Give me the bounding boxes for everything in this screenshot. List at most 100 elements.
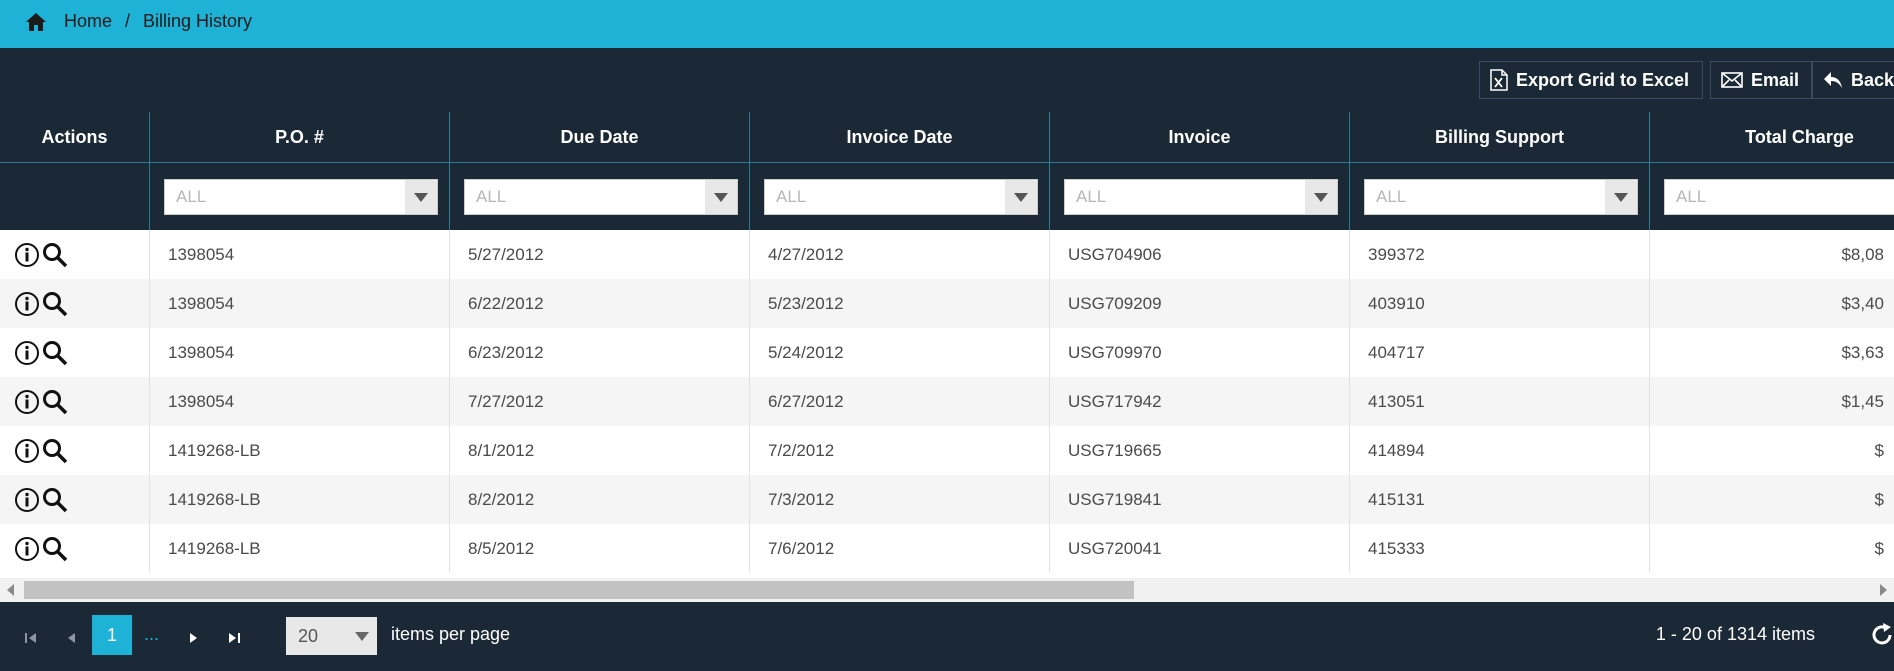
breadcrumb-separator: / <box>125 11 131 31</box>
invoice-date-cell: 7/6/2012 <box>750 524 1050 573</box>
prev-page-icon[interactable] <box>54 620 90 656</box>
search-icon[interactable] <box>42 242 68 268</box>
email-button[interactable]: Email <box>1710 61 1812 99</box>
search-icon[interactable] <box>42 536 68 562</box>
next-page-icon[interactable] <box>175 620 211 656</box>
info-icon[interactable] <box>14 242 40 268</box>
scrollbar-thumb[interactable] <box>24 581 1134 599</box>
invoice-cell: USG709970 <box>1050 328 1350 377</box>
total-charge-cell: $ <box>1874 538 1884 558</box>
chevron-down-icon[interactable] <box>1605 180 1637 214</box>
invoice-date-cell: 5/23/2012 <box>750 279 1050 328</box>
column-header-total-charge[interactable]: Total Charge <box>1650 112 1894 163</box>
invoice-cell: USG719841 <box>1050 475 1350 524</box>
page-size-value: 20 <box>298 625 319 646</box>
filter-cell-due-date: ALL <box>450 163 750 230</box>
back-button[interactable]: Back <box>1812 61 1894 99</box>
table-row[interactable]: 1398054 5/27/2012 4/27/2012 USG704906 39… <box>0 230 1894 279</box>
po-filter-value: ALL <box>176 187 207 206</box>
scroll-right-icon[interactable] <box>1880 584 1887 596</box>
table-row[interactable]: 1398054 6/23/2012 5/24/2012 USG709970 40… <box>0 328 1894 377</box>
info-icon[interactable] <box>14 291 40 317</box>
po-cell: 1398054 <box>150 279 450 328</box>
chevron-down-icon[interactable] <box>1305 180 1337 214</box>
filter-cell-invoice-date: ALL <box>750 163 1050 230</box>
info-icon[interactable] <box>14 536 40 562</box>
more-pages-link[interactable]: ... <box>144 624 159 645</box>
due-date-cell: 8/1/2012 <box>450 426 750 475</box>
info-icon[interactable] <box>14 389 40 415</box>
export-excel-button[interactable]: Export Grid to Excel <box>1479 61 1703 99</box>
row-actions <box>0 426 150 475</box>
current-page-button[interactable]: 1 <box>92 615 132 655</box>
total-charge-cell: $1,45 <box>1841 391 1884 411</box>
billing-support-cell: 399372 <box>1350 230 1650 279</box>
chevron-down-icon[interactable] <box>705 180 737 214</box>
column-header-actions: Actions <box>0 112 150 163</box>
info-icon[interactable] <box>14 340 40 366</box>
column-header-billing-support[interactable]: Billing Support <box>1350 112 1650 163</box>
invoice-date-cell: 7/3/2012 <box>750 475 1050 524</box>
search-icon[interactable] <box>42 340 68 366</box>
total-charge-filter[interactable]: ALL <box>1664 179 1894 215</box>
search-icon[interactable] <box>42 389 68 415</box>
table-row[interactable]: 1419268-LB 8/5/2012 7/6/2012 USG720041 4… <box>0 524 1894 573</box>
table-row[interactable]: 1419268-LB 8/2/2012 7/3/2012 USG719841 4… <box>0 475 1894 524</box>
invoice-filter[interactable]: ALL <box>1064 179 1338 215</box>
column-header-invoice-date[interactable]: Invoice Date <box>750 112 1050 163</box>
column-header-due-date[interactable]: Due Date <box>450 112 750 163</box>
row-actions <box>0 279 150 328</box>
invoice-cell: USG704906 <box>1050 230 1350 279</box>
back-label: Back <box>1851 69 1894 90</box>
table-row[interactable]: 1398054 6/22/2012 5/23/2012 USG709209 40… <box>0 279 1894 328</box>
column-header-po[interactable]: P.O. # <box>150 112 450 163</box>
search-icon[interactable] <box>42 291 68 317</box>
billing-support-cell: 404717 <box>1350 328 1650 377</box>
table-row[interactable]: 1419268-LB 8/1/2012 7/2/2012 USG719665 4… <box>0 426 1894 475</box>
info-icon[interactable] <box>14 438 40 464</box>
invoice-date-cell: 4/27/2012 <box>750 230 1050 279</box>
total-charge-cell: $8,08 <box>1841 244 1884 264</box>
table-row[interactable]: 1398054 7/27/2012 6/27/2012 USG717942 41… <box>0 377 1894 426</box>
total-charge-cell: $ <box>1874 440 1884 460</box>
invoice-date-filter[interactable]: ALL <box>764 179 1038 215</box>
chevron-down-icon <box>355 632 369 641</box>
invoice-cell: USG709209 <box>1050 279 1350 328</box>
home-icon[interactable] <box>24 10 48 34</box>
row-actions <box>0 328 150 377</box>
horizontal-scrollbar[interactable] <box>0 578 1894 602</box>
chevron-down-icon[interactable] <box>405 180 437 214</box>
po-filter[interactable]: ALL <box>164 179 438 215</box>
column-header-invoice[interactable]: Invoice <box>1050 112 1350 163</box>
last-page-icon[interactable] <box>216 620 252 656</box>
row-actions <box>0 475 150 524</box>
billing-support-filter[interactable]: ALL <box>1364 179 1638 215</box>
search-icon[interactable] <box>42 438 68 464</box>
email-label: Email <box>1751 69 1800 90</box>
filter-cell-total-charge: ALL <box>1650 163 1894 230</box>
export-excel-label: Export Grid to Excel <box>1516 69 1690 90</box>
invoice-cell: USG717942 <box>1050 377 1350 426</box>
due-date-filter[interactable]: ALL <box>464 179 738 215</box>
scroll-left-icon[interactable] <box>7 584 14 596</box>
mail-icon <box>1721 72 1743 88</box>
due-date-cell: 5/27/2012 <box>450 230 750 279</box>
excel-icon <box>1490 69 1508 91</box>
billing-support-cell: 415333 <box>1350 524 1650 573</box>
search-icon[interactable] <box>42 487 68 513</box>
back-arrow-icon <box>1824 72 1842 88</box>
refresh-icon[interactable] <box>1870 622 1894 648</box>
billing-support-cell: 414894 <box>1350 426 1650 475</box>
invoice-filter-value: ALL <box>1076 187 1107 206</box>
due-date-cell: 6/22/2012 <box>450 279 750 328</box>
chevron-down-icon[interactable] <box>1005 180 1037 214</box>
page-size-select[interactable]: 20 <box>286 617 377 655</box>
filter-cell-po: ALL <box>150 163 450 230</box>
row-actions <box>0 524 150 573</box>
info-icon[interactable] <box>14 487 40 513</box>
po-cell: 1398054 <box>150 328 450 377</box>
breadcrumb-home[interactable]: Home <box>64 11 112 32</box>
first-page-icon[interactable] <box>13 620 49 656</box>
filter-cell-invoice: ALL <box>1050 163 1350 230</box>
due-date-cell: 7/27/2012 <box>450 377 750 426</box>
